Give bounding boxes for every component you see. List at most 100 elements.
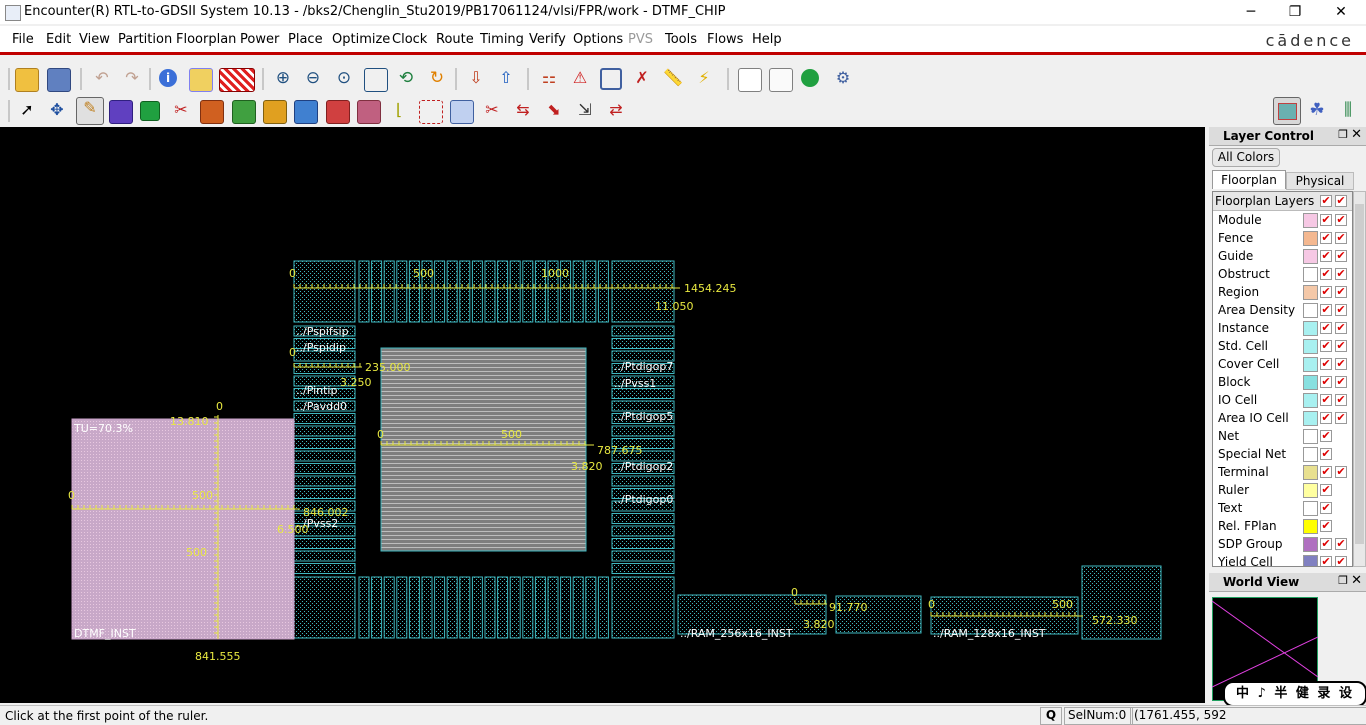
menu-optimize[interactable]: Optimize (332, 32, 390, 47)
menu-edit[interactable]: Edit (46, 32, 71, 47)
layer-color-swatch[interactable] (1303, 393, 1318, 408)
add-inst-icon[interactable] (326, 100, 350, 124)
highlight-icon[interactable]: ⚡ (693, 68, 715, 90)
layer-select-checkbox[interactable]: ✔ (1335, 304, 1347, 316)
header-select-checkbox[interactable]: ✔ (1335, 195, 1347, 207)
window-icon[interactable] (600, 68, 622, 90)
all-colors-button[interactable]: All Colors (1212, 148, 1280, 167)
stretch-icon[interactable] (450, 100, 474, 124)
layer-color-swatch[interactable] (1303, 249, 1318, 264)
layer-select-checkbox[interactable]: ✔ (1335, 538, 1347, 550)
layer-visible-checkbox[interactable]: ✔ (1320, 322, 1332, 334)
io-cell[interactable] (383, 260, 395, 323)
layer-visible-checkbox[interactable]: ✔ (1320, 466, 1332, 478)
layer-visible-checkbox[interactable]: ✔ (1320, 304, 1332, 316)
floorplan-icon[interactable] (109, 100, 133, 124)
float-icon[interactable]: ❐ (1338, 128, 1348, 141)
resize-icon[interactable] (294, 100, 318, 124)
layer-visible-checkbox[interactable]: ✔ (1320, 556, 1332, 566)
layer-row[interactable]: Net ✔ (1217, 427, 1352, 445)
io-cell[interactable] (597, 576, 609, 639)
layer-row[interactable]: Std. Cell ✔ ✔ (1217, 337, 1352, 355)
menu-place[interactable]: Place (288, 32, 323, 47)
add-block-icon[interactable] (140, 101, 160, 121)
io-cell[interactable] (408, 576, 420, 639)
io-cell[interactable] (396, 260, 408, 323)
layer-row[interactable]: Fence ✔ ✔ (1217, 229, 1352, 247)
menu-power[interactable]: Power (240, 32, 279, 47)
layer-visible-checkbox[interactable]: ✔ (1320, 358, 1332, 370)
layer-visible-checkbox[interactable]: ✔ (1320, 376, 1332, 388)
layer-row[interactable]: Terminal ✔ ✔ (1217, 463, 1352, 481)
layer-scrollbar[interactable] (1353, 191, 1366, 567)
floorplan-view-icon[interactable] (1273, 97, 1301, 125)
menu-floorplan[interactable]: Floorplan (176, 32, 236, 47)
layer-row[interactable]: Block ✔ ✔ (1217, 373, 1352, 391)
layer-row[interactable]: Module ✔ ✔ (1217, 211, 1352, 229)
layer-select-checkbox[interactable]: ✔ (1335, 250, 1347, 262)
layer-visible-checkbox[interactable]: ✔ (1320, 448, 1332, 460)
io-cell[interactable] (459, 576, 471, 639)
cut-icon[interactable]: ✂ (170, 100, 192, 122)
layer-visible-checkbox[interactable]: ✔ (1320, 268, 1332, 280)
menu-verify[interactable]: Verify (529, 32, 566, 47)
layer-row[interactable]: Guide ✔ ✔ (1217, 247, 1352, 265)
layer-color-swatch[interactable] (1303, 231, 1318, 246)
menu-file[interactable]: File (12, 32, 34, 47)
layer-color-swatch[interactable] (1303, 213, 1318, 228)
panel-close-icon[interactable]: ✕ (1351, 573, 1362, 588)
layer-color-swatch[interactable] (1303, 267, 1318, 282)
import-icon[interactable]: ⇩ (465, 68, 487, 90)
menu-options[interactable]: Options (573, 32, 623, 47)
query-button[interactable]: Q (1040, 707, 1062, 725)
layer-color-swatch[interactable] (1303, 375, 1318, 390)
io-cell[interactable] (293, 563, 356, 574)
layer-visible-checkbox[interactable]: ✔ (1320, 412, 1332, 424)
layer-color-swatch[interactable] (1303, 537, 1318, 552)
zoom-area-icon[interactable] (364, 68, 388, 92)
io-cell[interactable] (611, 388, 675, 399)
layer-color-swatch[interactable] (1303, 483, 1318, 498)
select-area-icon[interactable] (419, 100, 443, 124)
float-icon[interactable]: ❐ (1338, 574, 1348, 587)
layer-select-checkbox[interactable]: ✔ (1335, 340, 1347, 352)
snap-icon[interactable]: ⌊ (388, 100, 410, 122)
tab-floorplan[interactable]: Floorplan (1212, 170, 1286, 189)
add-group-icon[interactable] (232, 100, 256, 124)
layer-row[interactable]: Region ✔ ✔ (1217, 283, 1352, 301)
layer-row[interactable]: SDP Group ✔ ✔ (1217, 535, 1352, 553)
io-cell[interactable] (471, 260, 483, 323)
layer-row[interactable]: Cover Cell ✔ ✔ (1217, 355, 1352, 373)
layer-color-swatch[interactable] (1303, 411, 1318, 426)
io-cell[interactable] (572, 576, 584, 639)
delete-icon[interactable]: ✗ (631, 68, 653, 90)
layer-select-checkbox[interactable]: ✔ (1335, 376, 1347, 388)
io-cell[interactable] (293, 538, 356, 549)
io-cell[interactable] (497, 576, 509, 639)
layer-color-swatch[interactable] (1303, 285, 1318, 300)
dtmf-inst-block[interactable] (71, 418, 295, 640)
redraw-icon[interactable]: ↻ (426, 68, 448, 90)
menu-tools[interactable]: Tools (665, 32, 697, 47)
layer-visible-checkbox[interactable]: ✔ (1320, 520, 1332, 532)
layer-color-swatch[interactable] (1303, 339, 1318, 354)
layer-color-swatch[interactable] (1303, 501, 1318, 516)
layer-visible-checkbox[interactable]: ✔ (1320, 502, 1332, 514)
layer-row[interactable]: Yield Cell ✔ ✔ (1217, 553, 1352, 566)
spacing-icon[interactable]: ⇆ (512, 100, 534, 122)
io-cell[interactable] (484, 576, 496, 639)
layer-select-checkbox[interactable]: ✔ (1335, 394, 1347, 406)
layer-visible-checkbox[interactable]: ✔ (1320, 340, 1332, 352)
io-cell[interactable] (293, 450, 356, 462)
info-icon[interactable]: i (159, 69, 177, 87)
layer-select-checkbox[interactable]: ✔ (1335, 232, 1347, 244)
undo-icon[interactable]: ↶ (91, 68, 113, 90)
flip-icon[interactable]: ⇲ (574, 100, 596, 122)
layer-select-checkbox[interactable]: ✔ (1335, 466, 1347, 478)
io-cell[interactable] (484, 260, 496, 323)
io-cell[interactable] (293, 463, 356, 474)
layer-select-checkbox[interactable]: ✔ (1335, 286, 1347, 298)
menu-timing[interactable]: Timing (480, 32, 524, 47)
layer-color-swatch[interactable] (1303, 519, 1318, 534)
io-cell[interactable] (522, 260, 534, 323)
